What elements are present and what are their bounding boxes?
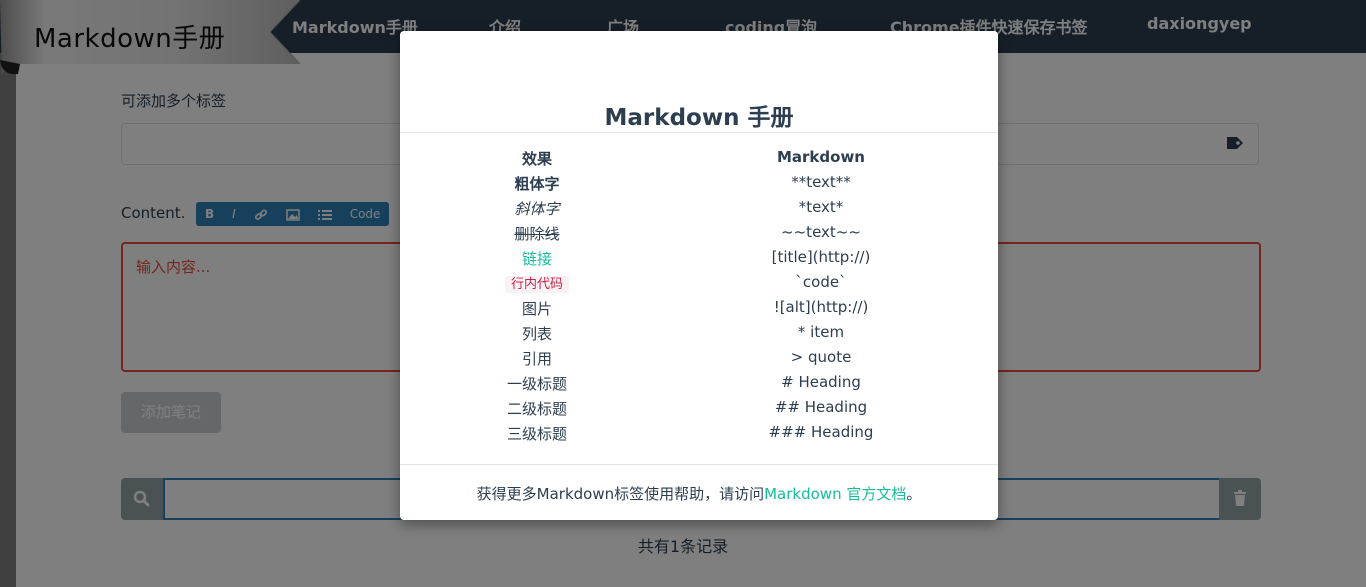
table-row: 行内代码 `code` [400, 273, 998, 298]
syntax-cell: **text** [791, 173, 851, 191]
table-row: 粗体字 **text** [400, 173, 998, 198]
markdown-manual-modal: Markdown 手册 效果 Markdown 粗体字 **text** 斜体字… [400, 31, 998, 520]
syntax-cell: [title](http://) [771, 248, 871, 266]
table-row: 删除线 ~~text~~ [400, 223, 998, 248]
table-row: 二级标题 ## Heading [400, 398, 998, 423]
header-effect: 效果 [521, 150, 552, 168]
footer-end: 。 [906, 485, 922, 503]
modal-footer: 获得更多Markdown标签使用帮助，请访问Markdown 官方文档。 [400, 483, 998, 504]
effect-cell: 粗体字 [514, 175, 560, 193]
modal-footer-divider [400, 464, 998, 465]
modal-divider [400, 132, 998, 133]
table-row: 斜体字 *text* [400, 198, 998, 223]
table-row: 链接 [title](http://) [400, 248, 998, 273]
header-markdown: Markdown [776, 148, 865, 166]
syntax-cell: * item [797, 323, 845, 341]
table-row: 列表 * item [400, 323, 998, 348]
footer-text: 获得更多Markdown标签使用帮助，请访问 [476, 485, 765, 503]
effect-cell: 二级标题 [506, 400, 567, 418]
syntax-cell: ![alt](http://) [773, 298, 869, 316]
effect-cell: 引用 [521, 350, 552, 368]
syntax-cell: ### Heading [768, 423, 874, 441]
table-row: 三级标题 ### Heading [400, 423, 998, 448]
effect-cell: 三级标题 [506, 425, 567, 443]
table-header: 效果 Markdown [400, 148, 998, 173]
effect-cell: 斜体字 [514, 200, 560, 218]
modal-title: Markdown 手册 [604, 105, 794, 131]
effect-cell: 删除线 [437, 223, 637, 244]
syntax-cell: *text* [798, 198, 844, 216]
table-row: 一级标题 # Heading [400, 373, 998, 398]
effect-cell: 链接 [437, 248, 637, 269]
effect-cell: 图片 [521, 300, 552, 318]
syntax-cell: `code` [795, 273, 847, 291]
official-docs-link[interactable]: Markdown 官方文档 [764, 485, 906, 503]
table-row: 图片 ![alt](http://) [400, 298, 998, 323]
syntax-cell: ~~text~~ [781, 223, 861, 241]
inline-code: 行内代码 [504, 276, 569, 293]
effect-cell: 行内代码 [437, 273, 637, 293]
syntax-cell: ## Heading [774, 398, 868, 416]
syntax-cell: # Heading [781, 373, 861, 391]
effect-cell: 一级标题 [506, 375, 567, 393]
syntax-cell: > quote [790, 348, 852, 366]
table-row: 引用 > quote [400, 348, 998, 373]
effect-cell: 列表 [521, 325, 552, 343]
strike-text: 删除线 [514, 225, 560, 243]
example-link[interactable]: 链接 [522, 250, 552, 268]
